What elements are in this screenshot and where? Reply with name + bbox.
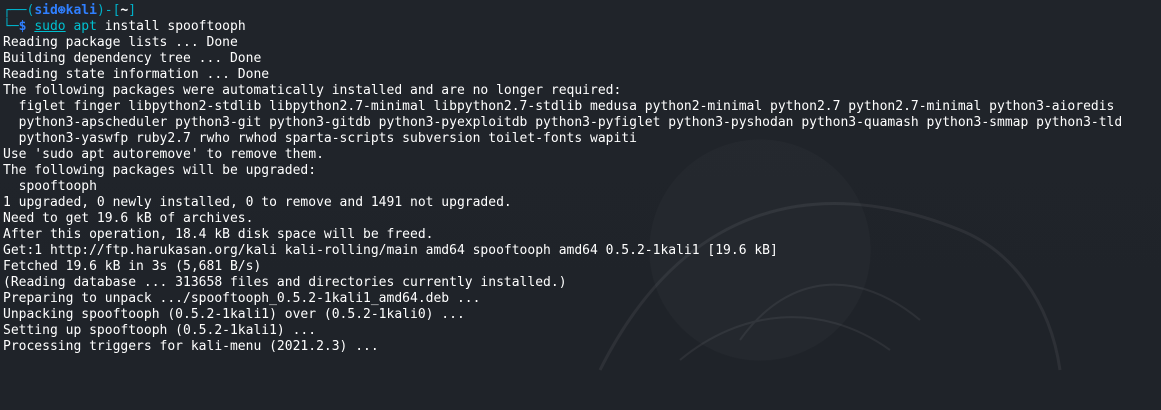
command-line[interactable]: └─$ sudo apt install spooftooph	[3, 19, 1157, 35]
command-sudo: sudo	[34, 19, 66, 34]
output-line-4: The following packages were automaticall…	[3, 83, 622, 98]
output-line-17: Preparing to unpack .../spooftooph_0.5.2…	[3, 291, 481, 306]
command-apt: apt	[73, 19, 97, 34]
output-line-6: python3-apscheduler python3-git python3-…	[3, 115, 1123, 130]
prompt-frame-bottom: └─	[3, 19, 19, 34]
prompt-line-top: ┌──(sid⊛kali)-[~]	[3, 3, 1157, 19]
output-line-8: Use 'sudo apt autoremove' to remove them…	[3, 147, 324, 162]
command-arguments: install spooftooph	[96, 19, 246, 34]
terminal-window[interactable]: { "prompt": { "frame_top_left": "┌──(", …	[0, 0, 1161, 371]
terminal-content[interactable]: ┌──(sid⊛kali)-[~] └─$ sudo apt install s…	[3, 3, 1157, 361]
output-line-10: spooftooph	[3, 179, 97, 194]
output-line-7: python3-yaswfp ruby2.7 rwho rwhod sparta…	[3, 131, 637, 146]
output-line-12: Need to get 19.6 kB of archives.	[3, 211, 254, 226]
prompt-frame-top-left: ┌──(	[3, 3, 35, 18]
output-line-1: Reading package lists ... Done	[3, 35, 238, 50]
prompt-host: kali	[65, 3, 97, 18]
output-line-16: (Reading database ... 313658 files and d…	[3, 275, 567, 290]
output-line-18: Unpacking spooftooph (0.5.2-1kali1) over…	[3, 307, 465, 322]
output-line-15: Fetched 19.6 kB in 3s (5,681 B/s)	[3, 259, 262, 274]
output-line-2: Building dependency tree ... Done	[3, 51, 262, 66]
output-line-13: After this operation, 18.4 kB disk space…	[3, 227, 434, 242]
output-line-14: Get:1 http://ftp.harukasan.org/kali kali…	[3, 243, 778, 258]
kali-host-icon: ⊛	[57, 3, 66, 18]
output-line-3: Reading state information ... Done	[3, 67, 270, 82]
prompt-dollar: $	[18, 19, 27, 34]
output-line-20: Processing triggers for kali-menu (2021.…	[3, 339, 379, 354]
prompt-frame-end: ]	[128, 3, 137, 18]
output-line-5: figlet finger libpython2-stdlib libpytho…	[3, 99, 1115, 114]
prompt-frame-mid: )-[	[96, 3, 121, 18]
output-line-9: The following packages will be upgraded:	[3, 163, 317, 178]
output-line-11: 1 upgraded, 0 newly installed, 0 to remo…	[3, 195, 512, 210]
output-line-19: Setting up spooftooph (0.5.2-1kali1) ...	[3, 323, 317, 338]
prompt-user: sid	[34, 3, 58, 18]
